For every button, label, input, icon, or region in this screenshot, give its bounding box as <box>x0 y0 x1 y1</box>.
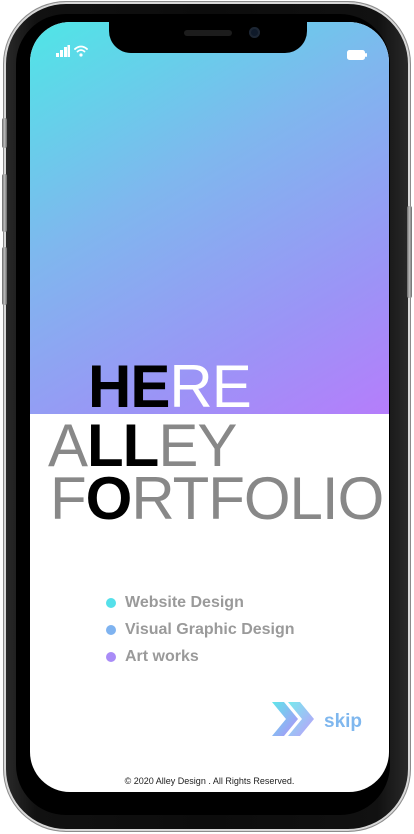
silent-switch <box>2 118 7 148</box>
power-button <box>407 206 412 298</box>
brand-line3-light-before: F <box>50 465 87 532</box>
screen: HERE ALLEY FORTFOLIO Website Design Visu… <box>30 22 389 792</box>
skip-label: skip <box>324 710 363 732</box>
brand-line1-bold: HE <box>88 353 170 420</box>
brand-wordmark: HERE ALLEY FORTFOLIO <box>30 22 389 792</box>
skip-button[interactable]: skip <box>272 702 362 741</box>
double-chevron-right-icon <box>272 702 316 741</box>
service-item-website-design[interactable]: Website Design <box>106 589 295 616</box>
bullet-dot-icon <box>106 597 116 608</box>
service-label: Art works <box>125 647 199 665</box>
copyright-text: © 2020 Alley Design . All Rights Reserve… <box>124 776 295 786</box>
service-item-art-works[interactable]: Art works <box>106 643 295 670</box>
volume-up-button <box>2 174 7 232</box>
service-item-visual-graphic-design[interactable]: Visual Graphic Design <box>106 616 295 643</box>
volume-down-button <box>2 247 7 305</box>
bullet-dot-icon <box>106 651 116 662</box>
service-label: Visual Graphic Design <box>125 620 295 638</box>
service-label: Website Design <box>125 593 244 611</box>
brand-line-here: HERE <box>88 357 252 417</box>
brand-line3-bold: O <box>85 465 133 532</box>
brand-line-portfolio: FORTFOLIO <box>50 469 384 529</box>
bullet-dot-icon <box>106 624 116 635</box>
services-list: Website Design Visual Graphic Design Art… <box>106 589 295 670</box>
brand-line1-light: RE <box>169 353 251 420</box>
brand-line3-light-after: RTFOLIO <box>131 465 384 532</box>
